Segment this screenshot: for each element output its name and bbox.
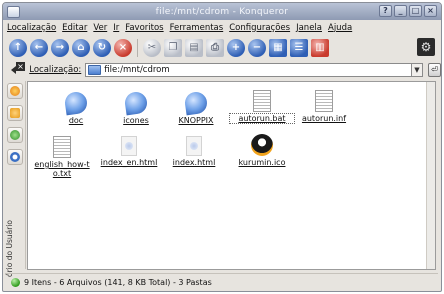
window-title: file:/mnt/cdrom - Konqueror [155, 6, 289, 17]
text-file-icon [53, 136, 71, 158]
file-item-index-html[interactable]: index.html [162, 136, 226, 167]
text-file-icon [253, 90, 271, 112]
file-item-icones[interactable]: icones [104, 90, 168, 125]
status-text: 9 Itens - 6 Arquivos (141, 8 KB Total) -… [24, 277, 212, 287]
zoom-in-icon[interactable]: + [227, 38, 245, 57]
file-name: icones [123, 116, 149, 125]
location-bar: Localização: file:/mnt/cdrom ▼ ⏎ [3, 60, 441, 79]
menu-ferramentas[interactable]: Ferramentas [170, 23, 224, 33]
file-name: autorun.inf [301, 114, 347, 123]
cut-icon[interactable]: ✂ [143, 38, 161, 57]
copy-icon[interactable]: ❐ [164, 38, 182, 57]
menu-localizacao[interactable]: Localização [7, 23, 56, 33]
file-name: autorun.bat [229, 113, 295, 124]
sidebar-home-folder-tab[interactable]: ório do Usuário [5, 201, 21, 277]
zoom-out-icon[interactable]: − [248, 38, 266, 57]
file-item-doc[interactable]: doc [44, 90, 108, 125]
file-name: kurumin.ico [238, 158, 286, 167]
menu-configuracoes[interactable]: Configurações [229, 23, 290, 33]
window-buttons: ? _ □ × [379, 5, 437, 17]
menu-janela[interactable]: Janela [296, 23, 322, 33]
print-icon[interactable]: ⎙ [206, 38, 224, 57]
menu-ajuda[interactable]: Ajuda [328, 23, 352, 33]
file-name: english_how-to.txt [34, 160, 90, 178]
file-name: KNOPPIX [178, 116, 214, 125]
file-name: index.html [172, 158, 216, 167]
maximize-button[interactable]: □ [409, 5, 422, 17]
toolbar-separator [137, 38, 138, 57]
toolbar: ↑ ← → ⌂ ↻ × ✂ ❐ ▤ ⎙ + − ▦ ☰ ▥ ⚙ [3, 35, 441, 60]
detail-view-icon[interactable]: ▥ [311, 38, 329, 57]
menu-ver[interactable]: Ver [93, 23, 107, 33]
minimize-button[interactable]: _ [394, 5, 407, 17]
icon-view-icon[interactable]: ▦ [269, 38, 287, 57]
list-view-icon[interactable]: ☰ [290, 38, 308, 57]
stop-icon[interactable]: × [114, 38, 132, 57]
close-button[interactable]: × [424, 5, 437, 17]
sidebar-tab-bookmarks[interactable] [7, 105, 23, 121]
vertical-scrollbar[interactable] [426, 82, 435, 269]
file-item-knoppix[interactable]: KNOPPIX [164, 90, 228, 125]
file-item-index-en-html[interactable]: index_en.html [94, 136, 164, 167]
sidebar-tab-root[interactable] [7, 83, 23, 99]
file-item-english-how-to[interactable]: english_how-to.txt [32, 136, 92, 178]
konqueror-window: file:/mnt/cdrom - Konqueror ? _ □ × Loca… [2, 2, 442, 292]
text-file-icon [315, 90, 333, 112]
sidebar-tab-network[interactable] [7, 149, 23, 165]
status-indicator-icon [11, 277, 20, 287]
file-item-autorun-inf[interactable]: autorun.inf [292, 90, 356, 123]
up-arrow-icon[interactable]: ↑ [9, 38, 27, 57]
file-item-autorun-bat[interactable]: autorun.bat [229, 90, 295, 124]
menu-editar[interactable]: Editar [62, 23, 87, 33]
menu-bar: Localização Editar Ver Ir Favoritos Ferr… [3, 20, 441, 35]
file-item-kurumin-ico[interactable]: kurumin.ico [228, 134, 296, 167]
menu-favoritos[interactable]: Favoritos [125, 23, 163, 33]
folder-icon [183, 90, 209, 116]
home-icon[interactable]: ⌂ [72, 38, 90, 57]
title-bar[interactable]: file:/mnt/cdrom - Konqueror ? _ □ × [3, 3, 441, 20]
reload-icon[interactable]: ↻ [93, 38, 111, 57]
html-file-icon [121, 136, 137, 156]
location-go-button[interactable]: ⏎ [427, 62, 441, 77]
clear-location-icon[interactable] [11, 61, 26, 75]
file-name: index_en.html [100, 158, 158, 167]
location-input[interactable]: file:/mnt/cdrom [85, 62, 413, 77]
sidebar-tab-history[interactable] [7, 127, 23, 143]
help-button[interactable]: ? [379, 5, 392, 17]
folder-icon [63, 90, 89, 116]
menu-ir[interactable]: Ir [113, 23, 119, 33]
file-view[interactable]: doc icones KNOPPIX autorun.bat autorun.i… [27, 81, 436, 270]
html-file-icon [186, 136, 202, 156]
location-label: Localização: [29, 64, 82, 75]
status-bar: 9 Itens - 6 Arquivos (141, 8 KB Total) -… [5, 273, 438, 290]
forward-arrow-icon[interactable]: → [51, 38, 69, 57]
folder-icon [123, 90, 149, 116]
location-dropdown-icon[interactable]: ▼ [412, 62, 423, 77]
gear-icon[interactable]: ⚙ [417, 38, 435, 56]
tux-image-icon [251, 134, 273, 156]
back-arrow-icon[interactable]: ← [30, 38, 48, 57]
location-value: file:/mnt/cdrom [104, 64, 170, 75]
paste-icon[interactable]: ▤ [185, 38, 203, 57]
folder-icon [88, 64, 102, 75]
file-name: doc [68, 116, 84, 125]
